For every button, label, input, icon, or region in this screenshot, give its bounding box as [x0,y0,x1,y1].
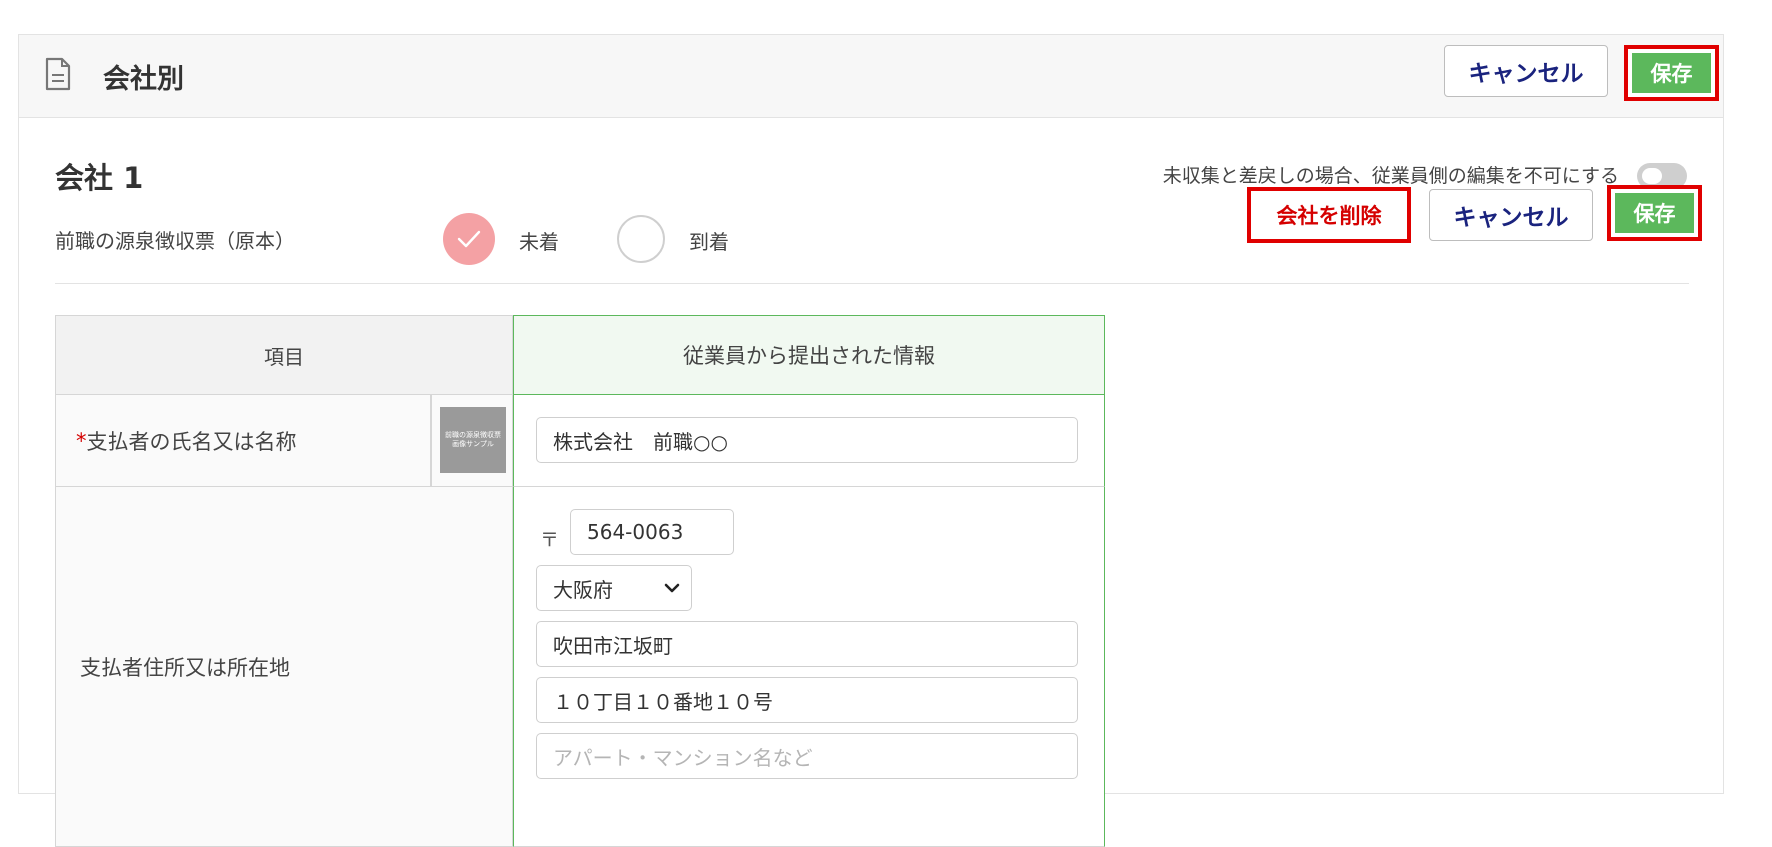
postal-mark: 〒 [540,529,560,551]
company-cancel-button[interactable]: キャンセル [1429,189,1593,241]
prefecture-value: 大阪府 [553,577,613,602]
payer-name-input[interactable]: 株式会社 前職○○ [536,417,1078,463]
thumbnail-caption-1: 前職の源泉徴収票 [445,431,501,439]
section-divider [55,283,1689,284]
header-cancel-button[interactable]: キャンセル [1444,45,1608,97]
receipt-label: 前職の源泉徴収票（原本） [55,229,295,253]
status-label-not-arrived[interactable]: 未着 [519,226,559,255]
company-save-button[interactable]: 保存 [1615,193,1694,233]
company-panel: 会社別 キャンセル 保存 会社 1 未収集と差戻しの場合、従業員側の編集を不可に… [18,34,1724,847]
company-title: 会社 1 [55,161,144,195]
header-save-highlight: 保存 [1624,45,1719,101]
chevron-down-icon [664,583,680,593]
check-icon [457,230,481,248]
page-title: 会社別 [103,64,184,95]
street-input[interactable]: １０丁目１０番地１０号 [536,677,1078,723]
lock-edit-label: 未収集と差戻しの場合、従業員側の編集を不可にする [1162,165,1619,187]
postal-code-input[interactable]: 564-0063 [570,509,734,555]
table-row-payer-address-value: 〒 564-0063 大阪府 吹田市江坂町 １０丁目１０番地１０号 アパート・マ… [513,487,1105,847]
company-save-highlight: 保存 [1607,185,1702,241]
required-mark: * [76,428,87,453]
thumbnail-cell: 前職の源泉徴収票 画像サンプル [431,395,513,487]
table-header-item: 項目 [55,315,513,395]
header-save-button[interactable]: 保存 [1632,53,1711,93]
building-input[interactable]: アパート・マンション名など [536,733,1078,779]
status-radio-not-arrived[interactable] [443,213,495,265]
table-row-payer-name-value: 株式会社 前職○○ [513,395,1105,487]
table-row-payer-address-label: 支払者住所又は所在地 [55,487,513,847]
info-table: 項目 従業員から提出された情報 * 支払者の氏名又は名称 前職の源泉徴収票 画像… [55,315,1105,847]
receipt-thumbnail[interactable]: 前職の源泉徴収票 画像サンプル [440,407,506,473]
panel-header: 会社別 キャンセル 保存 [19,35,1723,118]
building-placeholder: アパート・マンション名など [553,745,813,770]
delete-company-button[interactable]: 会社を削除 [1247,187,1411,243]
prefecture-select[interactable]: 大阪府 [536,565,692,611]
status-radio-arrived[interactable] [617,215,665,263]
table-row-payer-name-label: * 支払者の氏名又は名称 [55,395,431,487]
toggle-knob [1642,168,1662,184]
city-input[interactable]: 吹田市江坂町 [536,621,1078,667]
payer-name-label: 支払者の氏名又は名称 [86,429,297,454]
table-header-submitted-info: 従業員から提出された情報 [513,315,1105,395]
thumbnail-caption-2: 画像サンプル [452,440,494,448]
document-icon [45,57,71,91]
status-label-arrived[interactable]: 到着 [689,226,729,255]
